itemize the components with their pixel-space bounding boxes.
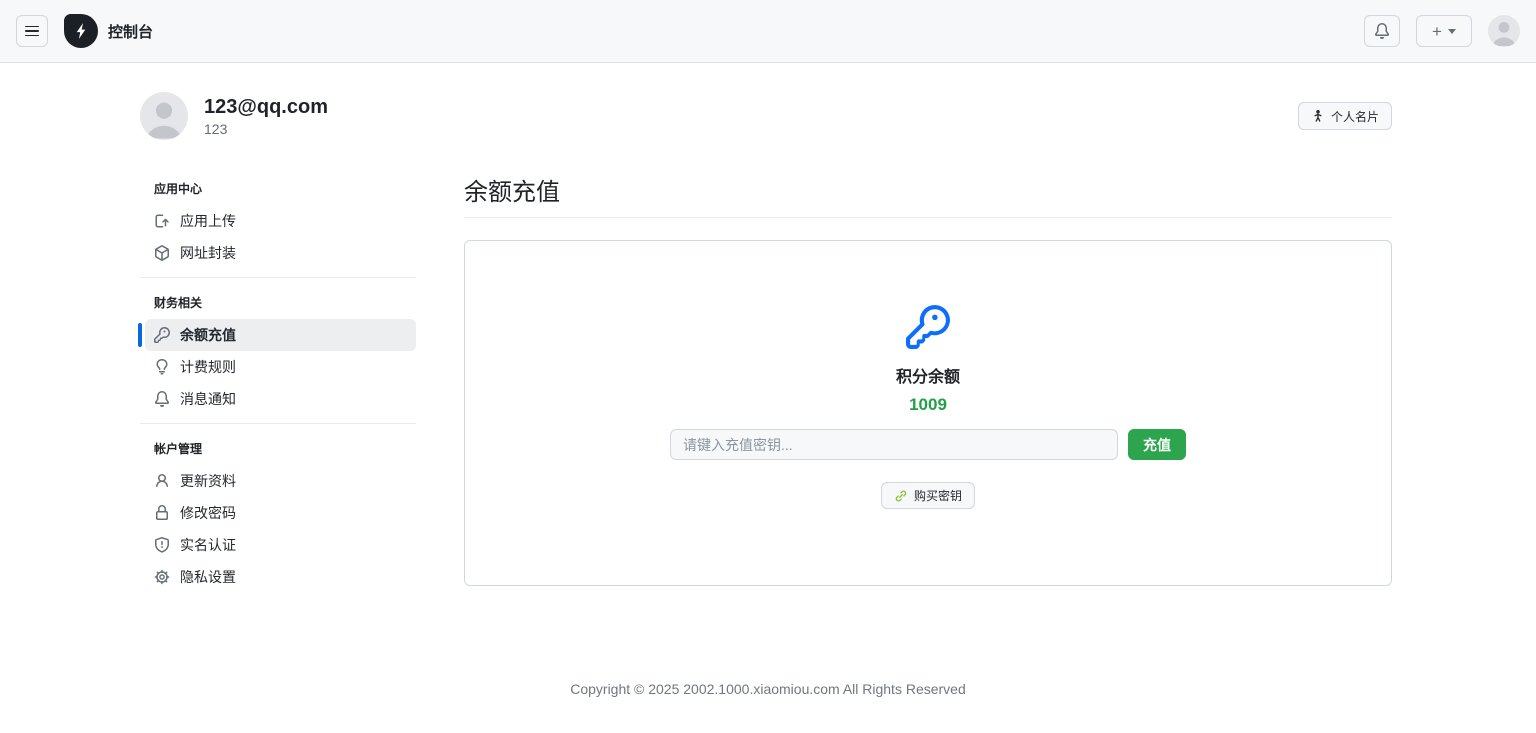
sidebar-item-billing-rules[interactable]: 计费规则 [145,351,416,383]
buy-key-button[interactable]: 购买密钥 [881,482,975,509]
profile-email: 123@qq.com [204,95,328,119]
personal-card-button[interactable]: 个人名片 [1298,102,1392,130]
lightbulb-icon [154,359,170,375]
sidebar-item-label: 更新资料 [180,471,236,491]
main-content: 余额充值 积分余额 1009 充值 购买密钥 [464,172,1392,586]
app-logo [64,14,98,48]
sidebar-section-account: 帐户管理 [140,432,416,465]
sidebar-item-identity-verification[interactable]: 实名认证 [145,529,416,561]
hamburger-menu-button[interactable] [16,15,48,47]
profile-header: 123@qq.com 123 个人名片 [140,92,1392,140]
sidebar-item-label: 实名认证 [180,535,236,555]
copyright-footer: Copyright © 2025 2002.1000.xiaomiou.com … [0,681,1536,697]
profile-avatar [140,92,188,140]
sidebar-item-label: 计费规则 [180,357,236,377]
person-silhouette-icon [1488,15,1520,47]
sidebar-item-balance-recharge[interactable]: 余额充值 [145,319,416,351]
chevron-down-icon [1448,29,1456,34]
shield-icon [154,537,170,553]
link-icon [894,489,908,503]
sidebar-item-notifications[interactable]: 消息通知 [145,383,416,415]
sidebar-item-label: 消息通知 [180,389,236,409]
person-figure-icon [1311,109,1325,123]
sidebar-item-label: 修改密码 [180,503,236,523]
recharge-key-input[interactable] [670,429,1118,460]
sidebar-item-label: 应用上传 [180,211,236,231]
key-icon [154,327,170,343]
sidebar-nav: 应用中心 应用上传 网址封装 财务相关 余额充值 [140,172,416,593]
lightning-bolt-icon [72,22,90,40]
gear-icon [154,569,170,585]
notifications-button[interactable] [1364,15,1400,47]
app-upload-icon [154,213,170,229]
sidebar-item-update-profile[interactable]: 更新资料 [145,465,416,497]
lock-icon [154,505,170,521]
personal-card-label: 个人名片 [1331,108,1379,125]
sidebar-divider [140,423,416,424]
header-avatar[interactable] [1488,15,1520,47]
plus-icon: + [1432,23,1442,40]
sidebar-section-finance: 财务相关 [140,286,416,319]
sidebar-section-app-center: 应用中心 [140,172,416,205]
sidebar-item-privacy-settings[interactable]: 隐私设置 [145,561,416,593]
bell-icon [154,391,170,407]
recharge-button[interactable]: 充值 [1128,429,1186,460]
recharge-card: 积分余额 1009 充值 购买密钥 [464,240,1392,586]
sidebar-item-label: 网址封装 [180,243,236,263]
hamburger-icon [25,26,39,28]
sidebar-item-url-package[interactable]: 网址封装 [145,237,416,269]
person-icon [154,473,170,489]
app-title: 控制台 [108,21,153,42]
page-title: 余额充值 [464,172,1392,218]
bell-icon [1374,23,1390,39]
profile-username: 123 [204,121,328,137]
create-new-button[interactable]: + [1416,15,1472,47]
package-icon [154,245,170,261]
balance-label: 积分余额 [896,363,960,387]
key-icon-large [906,305,950,349]
balance-value: 1009 [909,395,947,415]
sidebar-divider [140,277,416,278]
sidebar-item-app-upload[interactable]: 应用上传 [145,205,416,237]
sidebar-item-label: 余额充值 [180,325,236,345]
buy-key-label: 购买密钥 [914,487,962,504]
person-silhouette-icon [140,92,188,140]
top-header: 控制台 + [0,0,1536,63]
sidebar-item-label: 隐私设置 [180,567,236,587]
sidebar-item-change-password[interactable]: 修改密码 [145,497,416,529]
